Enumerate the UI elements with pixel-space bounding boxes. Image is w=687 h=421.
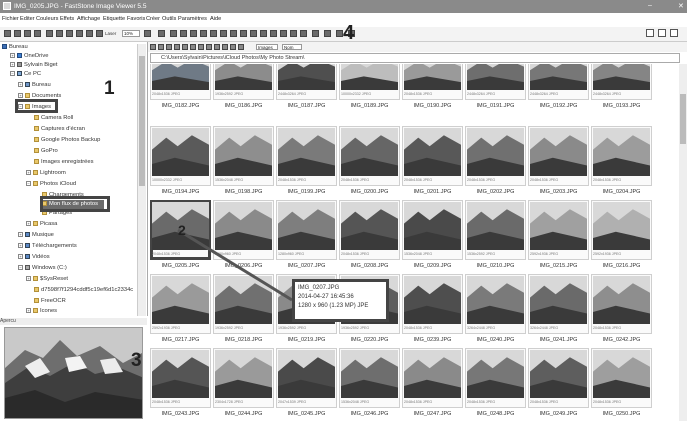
popup-dimensions: 1280 x 960 (1.23 MP) JPE bbox=[298, 303, 369, 309]
callout-2: 2 bbox=[178, 222, 186, 238]
popup-date: 2014-04-27 16:45:36 bbox=[298, 294, 354, 300]
callout-connector bbox=[177, 228, 293, 302]
image-info-popup: IMG_0207.JPG 2014-04-27 16:45:36 1280 x … bbox=[292, 279, 389, 322]
popup-filename: IMG_0207.JPG bbox=[298, 285, 340, 291]
